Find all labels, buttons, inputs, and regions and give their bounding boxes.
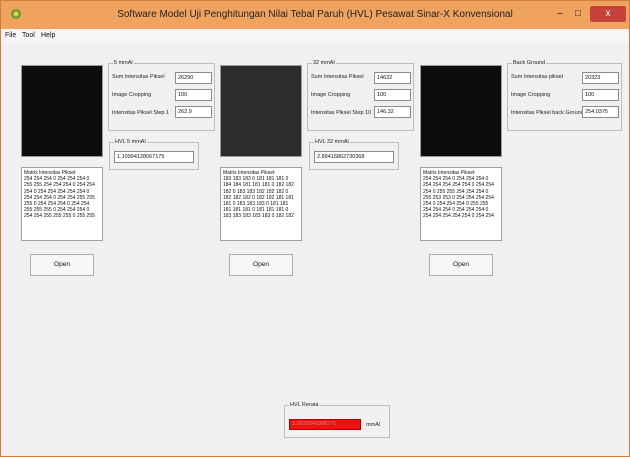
sum-intensity-label: Sum Intensitas piksel: [511, 74, 563, 80]
matrix-list-background[interactable]: Matrix Intensitas Piksel: 254 254 254 0 …: [420, 167, 502, 241]
menu-bar: File Tool Help: [1, 29, 629, 43]
open-button-background[interactable]: Open: [429, 254, 493, 276]
hvl-average-unit: mmAl: [366, 422, 381, 428]
close-button[interactable]: x: [590, 6, 626, 22]
hvl-average-field[interactable]: 2.0020549398771: [289, 419, 361, 430]
image-cropping-field[interactable]: 100: [374, 89, 411, 101]
group-background: Back Ground Sum Intensitas piksel 20323 …: [507, 60, 622, 131]
group-title: 5 mmAl: [113, 60, 134, 66]
step-intensity-label: Intensitas Piksel Step 1: [112, 110, 170, 116]
hvl-32mmal-field[interactable]: 2.89416862730368: [314, 151, 394, 163]
hvl-average-title: HVL Rerata: [289, 402, 320, 408]
step-intensity-label: Intensitas Piksel Step 10: [311, 110, 372, 116]
step-intensity-field[interactable]: 146.32: [374, 106, 411, 118]
sum-intensity-field[interactable]: 14632: [374, 72, 411, 84]
group-32mmal: 32 mmAl Sum Intensitas Piksel 14632 Imag…: [307, 60, 414, 131]
group-hvl-5mmal: HVL 5 mmAl 1.10994128067175: [109, 139, 199, 170]
open-button-32mmal[interactable]: Open: [229, 254, 293, 276]
sum-intensity-label: Sum Intensitas Piksel: [311, 74, 364, 80]
group-hvl-32mmal: HVL 32 mmAl 2.89416862730368: [309, 139, 399, 170]
maximize-button[interactable]: □: [568, 6, 588, 22]
menu-file[interactable]: File: [5, 32, 16, 39]
matrix-row: 254 254 254 254 254 0 254 254: [423, 213, 494, 220]
hvl-title: HVL 32 mmAl: [314, 139, 350, 145]
group-hvl-average: HVL Rerata 2.0020549398771 mmAl: [284, 402, 390, 438]
title-bar: Software Model Uji Penghitungan Nilai Te…: [1, 1, 629, 29]
step-intensity-field[interactable]: 262.9: [175, 106, 212, 118]
group-5mmal: 5 mmAl Sum Intensitas Piksel 26290 Image…: [108, 60, 215, 131]
matrix-row: 254 0 254 254 254 254 254 0: [24, 188, 90, 195]
matrix-row: 254 254 254 254 254 0 254 254: [423, 182, 494, 189]
image-cropping-label: Image Cropping: [112, 92, 152, 98]
matrix-row: 254 0 255 255 254 254 254 0: [423, 188, 489, 195]
sum-intensity-field[interactable]: 26290: [175, 72, 212, 84]
minimize-button[interactable]: –: [550, 6, 570, 22]
image-cropping-field[interactable]: 100: [582, 89, 619, 101]
matrix-row: 182 0 183 183 182 182 182 0: [223, 188, 289, 195]
step-intensity-label: Intensitas Piksel back Ground: [511, 110, 584, 116]
menu-tool[interactable]: Tool: [22, 32, 35, 39]
group-title: Back Ground: [512, 60, 547, 66]
sum-intensity-field[interactable]: 20323: [582, 72, 619, 84]
image-preview-background: [420, 65, 502, 157]
sum-intensity-label: Sum Intensitas Piksel: [112, 74, 165, 80]
matrix-row: 183 183 183 183 183 0 182 182: [223, 213, 294, 220]
menu-help[interactable]: Help: [41, 32, 55, 39]
group-title: 32 mmAl: [312, 60, 336, 66]
image-preview-32mmal: [220, 65, 302, 157]
matrix-row: 254 254 255 255 255 0 255 255: [24, 213, 95, 220]
hvl-title: HVL 5 mmAl: [114, 139, 147, 145]
image-cropping-field[interactable]: 100: [175, 89, 212, 101]
hvl-5mmal-field[interactable]: 1.10994128067175: [114, 151, 194, 163]
matrix-list-5mmal[interactable]: Matrix Intensitas Piksel: 254 254 254 0 …: [21, 167, 103, 241]
step-intensity-field[interactable]: 254.0375: [582, 106, 619, 118]
image-cropping-label: Image Cropping: [311, 92, 351, 98]
open-button-5mmal[interactable]: Open: [30, 254, 94, 276]
matrix-row: 255 255 254 254 254 0 254 254: [24, 182, 95, 189]
app-window: Software Model Uji Penghitungan Nilai Te…: [0, 0, 630, 457]
image-preview-5mmal: [21, 65, 103, 157]
window-title: Software Model Uji Penghitungan Nilai Te…: [117, 9, 513, 20]
image-cropping-label: Image Cropping: [511, 92, 551, 98]
matrix-list-32mmal[interactable]: Matrix Intensitas Piksel: 183 183 183 0 …: [220, 167, 302, 241]
matrix-row: 184 184 181 181 181 0 182 182: [223, 182, 294, 189]
